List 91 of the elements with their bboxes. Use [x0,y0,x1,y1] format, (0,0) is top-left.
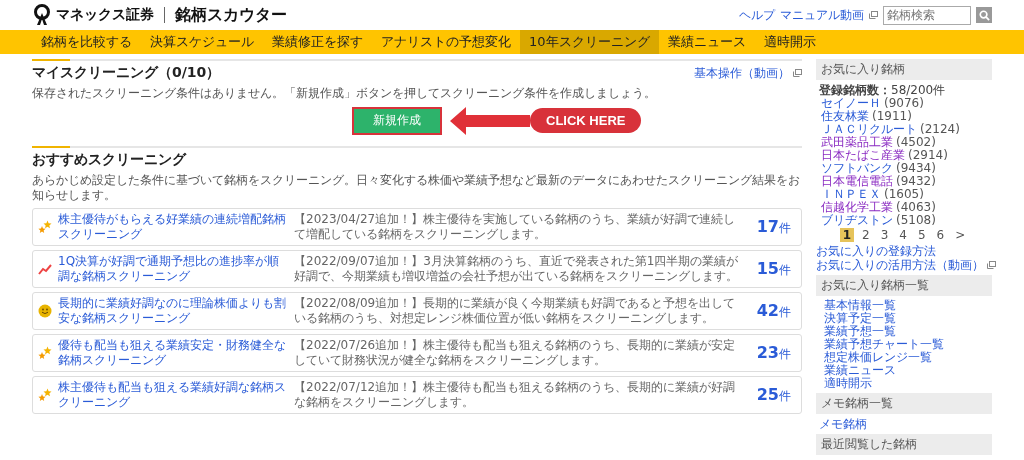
panel-header: お気に入り銘柄 [816,59,992,80]
screening-title-link[interactable]: 1Q決算が好調で通期予想比の進捗率が順調な銘柄スクリーニング [58,253,288,284]
favorite-stock-link[interactable]: 日本たばこ産業 [821,149,905,162]
new-window-icon [869,11,878,19]
stars-icon [38,387,52,402]
stock-code: (4502) [896,136,936,149]
help-link[interactable]: ヘルプ [739,6,775,24]
list-view-link[interactable]: 業績予想一覧 [816,325,992,338]
nav-tab[interactable]: 適時開示 [754,30,825,54]
nav-tab[interactable]: 決算スケジュール [141,30,263,54]
screening-title-link[interactable]: 優待も配当も狙える業績安定・財務健全な銘柄スクリーニング [58,337,288,368]
screening-description: 【2022/07/12追加！】株主優待も配当も狙える銘柄のうち、長期的に業績が好調な銘柄をスクリーニングします。 [294,379,737,410]
stock-code: (4063) [896,201,936,214]
list-view-link[interactable]: 適時開示 [816,377,992,390]
nav-tab[interactable]: アナリストの予想変化 [372,30,520,54]
list-view-link[interactable]: 業績予想チャート一覧 [816,338,992,351]
callout-label: CLICK HERE [530,108,642,134]
screening-card[interactable]: 1Q決算が好調で通期予想比の進捗率が順調な銘柄スクリーニング 【2022/09/07追加！】3月決算銘柄のうち、直近で発表された第1四半期の業績が好調で、今期業績も増収増益の会社予想が出ている銘柄をスクリーニングします。 15件 [32,249,802,288]
list-view-link[interactable]: 基本情報一覧 [816,299,992,312]
basic-operation-link[interactable]: 基本操作（動画） [694,66,790,80]
screening-card[interactable]: 株主優待がもらえる好業績の連続増配銘柄スクリーニング 【2023/04/27追加！】株主優待を実施している銘柄のうち、業績が好調で連続して増配している銘柄をスクリーニングします。 17件 [32,207,802,246]
stock-code: (9076) [884,97,924,110]
page-link[interactable]: 5 [914,228,929,242]
stock-code: (1911) [872,110,912,123]
list-view-link[interactable]: 想定株価レンジ一覧 [816,351,992,364]
search-field[interactable]: 銘柄検索 [883,5,971,25]
screening-description: 【2022/08/09追加！】長期的に業績が良く今期業績も好調であると予想を出している銘柄のうち、対想定レンジ株価位置が低い銘柄をスクリーニングします。 [294,295,737,326]
stars-icon [38,345,52,360]
stock-code: (9434) [896,162,936,175]
search-button[interactable] [976,7,992,23]
result-count: 15件 [755,258,791,279]
nav-tab[interactable]: 業績修正を探す [263,30,372,54]
screening-description: 【2022/09/07追加！】3月決算銘柄のうち、直近で発表された第1四半期の業績が好調で、今期業績も増収増益の会社予想が出ている銘柄をスクリーニングします。 [294,253,740,284]
howto-link[interactable]: お気に入りの活用方法（動画） [816,258,984,272]
stock-code: (9432) [896,175,936,188]
list-view-link[interactable]: 業績ニュース [816,364,992,377]
favorite-stock-link[interactable]: ソフトバンク [821,162,893,175]
app-title: 銘柄スカウター [175,4,287,26]
result-count: 17件 [755,216,791,237]
nav-tab[interactable]: 業績ニュース [658,30,755,54]
stock-code: (2124) [920,123,960,136]
nav-tab[interactable]: 銘柄を比較する [32,30,141,54]
result-count: 25件 [755,384,791,405]
page-link[interactable]: 2 [859,228,873,242]
manual-video-link[interactable]: マニュアル動画 [780,6,864,24]
favorite-stock-link[interactable]: 住友林業 [821,110,869,123]
favorite-stock-link[interactable]: セイノーＨ [821,97,881,110]
new-window-icon [793,69,802,77]
empty-message: 保存されたスクリーニング条件はありません。「新規作成」ボタンを押してスクリーニング条件を作成しましょう。 [32,86,657,102]
screening-title-link[interactable]: 長期的に業績好調なのに理論株価よりも割安な銘柄スクリーニング [58,295,288,326]
logo-icon [32,4,52,26]
panel-header: 最近閲覧した銘柄 [816,434,992,455]
page-link[interactable]: 3 [877,228,892,242]
result-count: 23件 [755,342,791,363]
howto-link[interactable]: お気に入りの登録方法 [816,244,936,258]
section-title: マイスクリーニング（0/10） [32,64,221,82]
panel-header: お気に入り銘柄一覧 [816,275,992,296]
brand-name: マネックス証券 [56,6,154,24]
stock-code: (1605) [884,188,924,201]
favorite-stock-link[interactable]: 武田薬品工業 [821,136,893,149]
section-title: おすすめスクリーニング [32,150,186,169]
memo-link[interactable]: メモ銘柄 [816,417,992,431]
page-link[interactable]: 6 [933,228,948,242]
result-count: 42件 [755,300,791,321]
new-window-icon [987,261,996,269]
section-description: あらかじめ設定した条件に基づいて銘柄をスクリーニング。日々変化する株価や業績予想など最新のデータにあわせたスクリーニング結果をお知らせします。 [32,172,801,204]
favorite-stock-link[interactable]: ブリヂストン [821,214,893,227]
screening-card[interactable]: 優待も配当も狙える業績安定・財務健全な銘柄スクリーニング 【2022/07/26追加！】株主優待も配当も狙える銘柄のうち、長期的に業績が安定していて財務状況が健全な銘柄をスクリーニングします。 23件 [32,333,802,372]
left-arrow-icon [450,105,530,136]
favorite-stock-link[interactable]: ＪＡＣリクルート [821,123,917,136]
screening-description: 【2023/04/27追加！】株主優待を実施している銘柄のうち、業績が好調で連続して増配している銘柄をスクリーニングします。 [294,211,737,242]
screening-title-link[interactable]: 株主優待がもらえる好業績の連続増配銘柄スクリーニング [58,211,288,242]
page-link[interactable]: 4 [896,228,910,242]
screening-title-link[interactable]: 株主優待も配当も狙える業績好調な銘柄スクリーニング [58,379,288,410]
search-icon [978,9,990,21]
stars-icon [38,219,52,234]
favorite-stock-link[interactable]: ＩＮＰＥＸ [821,188,881,201]
page-link[interactable]: 1 [839,228,855,242]
panel-header: メモ銘柄一覧 [816,393,992,414]
stock-code: (5108) [896,214,936,227]
registered-count: 登録銘柄数：58/200件 [818,83,947,97]
favorite-stock-link[interactable]: 信越化学工業 [821,201,893,214]
list-view-link[interactable]: 決算予定一覧 [816,312,992,325]
stock-code: (2914) [908,149,948,162]
screening-card[interactable]: 株主優待も配当も狙える業績好調な銘柄スクリーニング 【2022/07/12追加！】株主優待も配当も狙える銘柄のうち、長期的に業績が好調な銘柄をスクリーニングします。 25件 [32,375,802,414]
smiley-icon [38,303,52,318]
page-link[interactable]: > [952,228,969,242]
screening-card[interactable]: 長期的に業績好調なのに理論株価よりも割安な銘柄スクリーニング 【2022/08/09追加！】長期的に業績が良く今期業績も好調であると予想を出している銘柄のうち、対想定レンジ株価位置が低い銘柄をスクリーニングします。 42件 [32,291,802,330]
nav-tab[interactable]: 10年スクリーニング [520,30,659,54]
screening-description: 【2022/07/26追加！】株主優待も配当も狙える銘柄のうち、長期的に業績が安定していて財務状況が健全な銘柄をスクリーニングします。 [294,337,737,368]
favorite-stock-link[interactable]: 日本電信電話 [821,175,893,188]
